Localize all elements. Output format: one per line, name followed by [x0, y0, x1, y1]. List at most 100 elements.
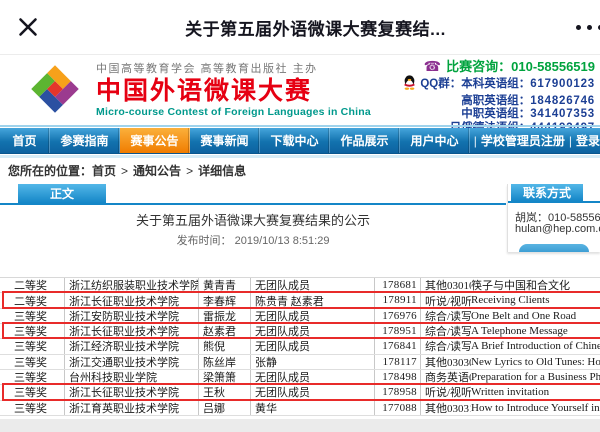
main-nav: 首页 参赛指南 赛事公告 赛事新闻 下载中心 作品展示 用户中心 参赛选手注册 … — [0, 128, 600, 154]
header-divider — [0, 125, 600, 127]
table-row: 二等奖 浙江长征职业技术学院 李春辉 陈贵青 赵素君 178911 听说/视听说… — [0, 293, 600, 308]
register-school-admin-link[interactable]: 学校管理员注册 — [481, 132, 565, 149]
nav-item-guide[interactable]: 参赛指南 — [50, 128, 120, 153]
category-code: 听说/视听说 — [425, 385, 471, 399]
qq-row: 中职英语组：341407353 — [403, 108, 595, 122]
qq-group-number: 341407353 — [530, 108, 595, 120]
category-cell: 其他030105 筷子与中国和合文化 — [420, 278, 600, 292]
nav-item-news[interactable]: 赛事新闻 — [190, 128, 260, 153]
category-cell: 综合/读写03 A Telephone Message — [420, 324, 600, 338]
wechat-titlebar: 关于第五届外语微课大赛复赛结... — [0, 0, 600, 55]
work-title: Written invitation — [471, 386, 549, 398]
article-title: 关于第五届外语微课大赛复赛结果的公示 — [0, 210, 506, 229]
award-cell: 三等奖 — [14, 355, 64, 369]
team-cell: 无团队成员 — [250, 385, 374, 399]
header-contact-block: ☎比赛咨询：010-58556519 QQ群：本科英语组：617900123 高… — [403, 58, 595, 135]
entry-id-cell: 177088 — [374, 401, 420, 415]
category-code: 其他030105 — [425, 278, 471, 292]
nav-item-works[interactable]: 作品展示 — [330, 128, 400, 153]
school-cell: 浙江交通职业技术学院 — [64, 355, 198, 369]
author-cell: 黄青青 — [198, 278, 250, 292]
work-title: A Telephone Message — [471, 325, 568, 337]
author-cell: 赵素君 — [198, 324, 250, 338]
close-icon[interactable] — [0, 16, 55, 38]
work-title: One Belt and One Road — [471, 310, 576, 322]
nav-item-announcements[interactable]: 赛事公告 — [120, 128, 190, 153]
team-cell: 无团队成员 — [250, 339, 374, 353]
award-cell: 二等奖 — [14, 278, 64, 292]
team-cell: 无团队成员 — [250, 309, 374, 323]
nav-separator: | — [569, 134, 572, 148]
team-cell: 张静 — [250, 355, 374, 369]
qq-penguin-icon — [403, 75, 416, 95]
entry-id-cell: 178951 — [374, 324, 420, 338]
entry-id-cell: 178681 — [374, 278, 420, 292]
team-cell: 无团队成员 — [250, 370, 374, 384]
category-cell: 其他030310 How to Introduce Yourself in a — [420, 401, 600, 415]
school-cell: 浙江安防职业技术学院 — [64, 309, 198, 323]
author-cell: 陈丝岸 — [198, 355, 250, 369]
page-title: 关于第五届外语微课大赛复赛结... — [55, 15, 576, 40]
article-tab-underline — [0, 203, 506, 205]
team-cell: 黄华 — [250, 401, 374, 415]
table-row: 三等奖 浙江安防职业技术学院 雷振龙 无团队成员 176976 综合/读写03 … — [0, 309, 600, 324]
qq-group-name: 本科英语组： — [461, 78, 530, 90]
entry-id-cell: 178498 — [374, 370, 420, 384]
entry-id-cell: 178117 — [374, 355, 420, 369]
breadcrumb-separator: > — [186, 164, 193, 178]
entry-id-cell: 176976 — [374, 309, 420, 323]
award-cell: 三等奖 — [14, 385, 64, 399]
school-cell: 浙江纺织服装职业技术学院 — [64, 278, 198, 292]
nav-item-home[interactable]: 首页 — [0, 128, 50, 153]
consult-line: ☎比赛咨询：010-58556519 — [403, 58, 595, 75]
category-code: 综合/读写03 — [425, 309, 471, 323]
work-title: New Lyrics to Old Tunes: How — [471, 356, 600, 368]
team-cell: 无团队成员 — [250, 324, 374, 338]
breadcrumb-home-link[interactable]: 首页 — [92, 162, 116, 179]
nav-item-downloads[interactable]: 下载中心 — [260, 128, 330, 153]
work-title: A Brief Introduction of Chinese — [471, 340, 600, 352]
table-row: 三等奖 浙江交通职业技术学院 陈丝岸 张静 178117 其他030305 Ne… — [0, 355, 600, 370]
author-cell: 王秋 — [198, 385, 250, 399]
author-cell: 梁箫箫 — [198, 370, 250, 384]
login-link[interactable]: 登录 — [576, 132, 600, 149]
breadcrumb-separator: > — [121, 164, 128, 178]
table-row: 三等奖 浙江经济职业技术学院 熊倪 无团队成员 176841 综合/读写03 A… — [0, 339, 600, 354]
breadcrumb: 您所在的位置： 首页 > 通知公告 > 详细信息 — [0, 158, 600, 183]
category-code: 综合/读写03 — [425, 324, 471, 338]
work-title: 筷子与中国和合文化 — [471, 278, 570, 292]
category-cell: 听说/视听说 Receiving Clients — [420, 293, 600, 307]
award-cell: 二等奖 — [14, 293, 64, 307]
site-header: 中国高等教育学会 高等教育出版社 主办 中国外语微课大赛 Micro-cours… — [0, 56, 600, 124]
breadcrumb-notices-link[interactable]: 通知公告 — [133, 162, 181, 179]
publish-time: 发布时间： 2019/10/13 8:51:29 — [0, 232, 506, 248]
award-cell: 三等奖 — [14, 370, 64, 384]
school-cell: 浙江长征职业技术学院 — [64, 324, 198, 338]
table-row: 三等奖 台州科技职业学院 梁箫箫 无团队成员 178498 商务英语03 Pre… — [0, 370, 600, 385]
category-code: 其他030310 — [425, 401, 471, 415]
tab-contact-info[interactable]: 联系方式 — [511, 184, 583, 201]
tab-article-body[interactable]: 正文 — [18, 184, 106, 203]
category-cell: 综合/读写03 A Brief Introduction of Chinese — [420, 339, 600, 353]
sidebar-button-partial[interactable] — [519, 244, 589, 252]
team-cell: 无团队成员 — [250, 278, 374, 292]
category-cell: 听说/视听说 Written invitation — [420, 385, 600, 399]
site-subtitle: Micro-course Contest of Foreign Language… — [96, 106, 371, 118]
contact-panel: 联系方式 胡岚：010-58556519 hulan@hep.com.cn — [507, 184, 600, 252]
school-cell: 浙江经济职业技术学院 — [64, 339, 198, 353]
qq-group-name: 高职英语组： — [461, 95, 530, 107]
publish-value: 2019/10/13 8:51:29 — [235, 235, 330, 247]
school-cell: 浙江长征职业技术学院 — [64, 293, 198, 307]
category-cell: 其他030305 New Lyrics to Old Tunes: How — [420, 355, 600, 369]
consult-label: 比赛咨询： — [446, 59, 511, 74]
breadcrumb-prefix: 您所在的位置： — [8, 162, 92, 179]
consult-phone: 010-58556519 — [511, 59, 595, 74]
table-row: 二等奖 浙江纺织服装职业技术学院 黄青青 无团队成员 178681 其他0301… — [0, 278, 600, 293]
publish-label: 发布时间： — [177, 235, 232, 247]
table-row: 三等奖 浙江长征职业技术学院 赵素君 无团队成员 178951 综合/读写03 … — [0, 324, 600, 339]
more-menu-icon[interactable] — [576, 25, 600, 30]
nav-item-user-center[interactable]: 用户中心 — [400, 128, 470, 153]
school-cell: 台州科技职业学院 — [64, 370, 198, 384]
category-code: 商务英语03 — [425, 370, 471, 384]
nav-right-links: 参赛选手注册 | 学校管理员注册 | 登录 — [470, 128, 600, 153]
